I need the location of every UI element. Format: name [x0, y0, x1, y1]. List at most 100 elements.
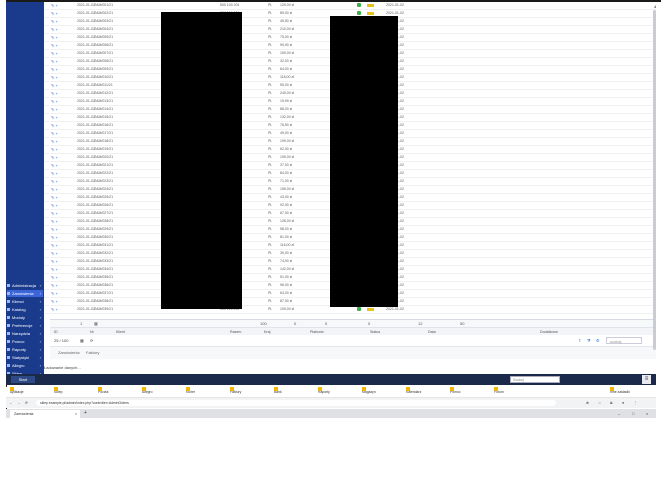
edit-icon[interactable]: ✎ +: [51, 154, 58, 161]
sidebar-item[interactable]: Zamówienia ›: [7, 290, 43, 297]
edit-icon[interactable]: ✎ +: [51, 162, 58, 169]
sidebar-item[interactable]: Pomoc ›: [7, 338, 43, 345]
extensions-icon[interactable]: ⧉: [610, 398, 613, 408]
star-icon[interactable]: ☆: [598, 398, 601, 408]
edit-icon[interactable]: ✎ +: [51, 114, 58, 121]
table-row[interactable]: ✎ +2021-01-02 ZAM/039/21 500 100 239 PL 109,…: [44, 306, 656, 314]
edit-icon[interactable]: ✎ +: [51, 74, 58, 81]
edit-icon[interactable]: ✎ +: [51, 106, 58, 113]
bookmark-item[interactable]: Poczta: [98, 387, 108, 397]
cell-date: 2021-01-02: [77, 267, 95, 271]
status-line: Ładowanie danych...: [44, 365, 81, 370]
sidebar-item[interactable]: Statystyki ›: [7, 354, 43, 361]
refresh-icon[interactable]: ⟳: [90, 337, 93, 344]
reload-icon[interactable]: ⟳: [25, 398, 28, 408]
sidebar-item[interactable]: Klienci ›: [7, 298, 43, 305]
cell-code: ZAM/008/21: [94, 59, 114, 63]
edit-icon[interactable]: ✎ +: [51, 234, 58, 241]
vertical-scrollbar[interactable]: [653, 10, 656, 350]
filter-icon[interactable]: ⧩: [587, 337, 591, 344]
settings-icon[interactable]: ⚙: [596, 337, 600, 344]
edit-icon[interactable]: ✎ +: [51, 290, 58, 297]
edit-icon[interactable]: ✎ +: [51, 58, 58, 65]
edit-icon[interactable]: ✎ +: [51, 98, 58, 105]
grid-view-icon[interactable]: ▦: [80, 337, 84, 344]
edit-icon[interactable]: ✎ +: [51, 210, 58, 217]
taskbar-menu-icon[interactable]: ≡: [642, 375, 651, 384]
new-tab-icon[interactable]: +: [84, 409, 87, 418]
sidebar-item[interactable]: Raporty ›: [7, 346, 43, 353]
bookmark-item[interactable]: Bank: [274, 387, 282, 397]
bookmark-item[interactable]: Raporty: [318, 387, 330, 397]
grid-search-input[interactable]: szukaj: [606, 337, 642, 344]
bookmark-item[interactable]: Forum: [494, 387, 504, 397]
sidebar-item[interactable]: Preferencje ›: [7, 322, 43, 329]
tab-invoices[interactable]: Faktury: [86, 347, 99, 359]
minimize-icon[interactable]: –: [618, 409, 620, 418]
edit-icon[interactable]: ✎ +: [51, 282, 58, 289]
edit-icon[interactable]: ✎ +: [51, 202, 58, 209]
edit-icon[interactable]: ✎ +: [51, 218, 58, 225]
edit-icon[interactable]: ✎ +: [51, 18, 58, 25]
close-tab-icon[interactable]: ×: [75, 410, 77, 418]
maximize-icon[interactable]: □: [632, 409, 634, 418]
cell-country: PL: [268, 107, 273, 111]
edit-icon[interactable]: ✎ +: [51, 178, 58, 185]
edit-icon[interactable]: ✎ +: [51, 138, 58, 145]
browser-menu-icon[interactable]: ⋮: [634, 398, 638, 408]
bookmark-item[interactable]: Allegro: [142, 387, 153, 397]
bookmark-item[interactable]: Faktury: [230, 387, 241, 397]
sidebar-item[interactable]: Narzędzia ›: [7, 330, 43, 337]
edit-icon[interactable]: ✎ +: [51, 306, 58, 313]
edit-icon[interactable]: ✎ +: [51, 250, 58, 257]
profile-icon[interactable]: ●: [622, 398, 624, 408]
sidebar-item[interactable]: Administracja ›: [7, 282, 43, 289]
taskbar-search-input[interactable]: Szukaj: [510, 376, 560, 383]
pager-size[interactable]: 25 / 100: [54, 337, 68, 344]
edit-icon[interactable]: ✎ +: [51, 226, 58, 233]
cell-date: 2021-01-02: [77, 51, 95, 55]
start-button[interactable]: Start: [11, 376, 35, 383]
sidebar-item[interactable]: Allegro ›: [7, 362, 43, 369]
edit-icon[interactable]: ✎ +: [51, 34, 58, 41]
tab-orders[interactable]: Zamówienia: [58, 347, 80, 359]
edit-icon[interactable]: ✎ +: [51, 82, 58, 89]
edit-icon[interactable]: ✎ +: [51, 130, 58, 137]
zoom-icon[interactable]: ⊕: [586, 398, 589, 408]
cell-total: 87,00 zł: [280, 299, 293, 303]
edit-icon[interactable]: ✎ +: [51, 186, 58, 193]
bookmark-item[interactable]: Sklep: [54, 387, 62, 397]
edit-icon[interactable]: ✎ +: [51, 66, 58, 73]
bookmark-item[interactable]: Kalendarz: [406, 387, 421, 397]
edit-icon[interactable]: ✎ +: [51, 90, 58, 97]
edit-icon[interactable]: ✎ +: [51, 122, 58, 129]
sidebar-item[interactable]: Moduły ›: [7, 314, 43, 321]
url-input[interactable]: sklep.example.pl/admin/index.php?control…: [36, 400, 556, 406]
sidebar-item[interactable]: Katalog ›: [7, 306, 43, 313]
edit-icon[interactable]: ✎ +: [51, 26, 58, 33]
bookmark-item[interactable]: Inne zakładki: [610, 387, 630, 397]
bookmark-item[interactable]: Kurier: [186, 387, 195, 397]
edit-icon[interactable]: ✎ +: [51, 274, 58, 281]
edit-icon[interactable]: ✎ +: [51, 10, 58, 17]
close-window-icon[interactable]: ×: [646, 409, 648, 418]
edit-icon[interactable]: ✎ +: [51, 194, 58, 201]
cell-country: PL: [268, 59, 273, 63]
browser-tab[interactable]: Zamówienia ×: [10, 410, 80, 418]
edit-icon[interactable]: ✎ +: [51, 2, 58, 9]
edit-icon[interactable]: ✎ +: [51, 146, 58, 153]
bookmark-item[interactable]: Pomoc: [450, 387, 461, 397]
bookmark-item[interactable]: Aplikacje: [10, 387, 24, 397]
back-icon[interactable]: ←: [9, 398, 13, 408]
edit-icon[interactable]: ✎ +: [51, 170, 58, 177]
edit-icon[interactable]: ✎ +: [51, 50, 58, 57]
edit-icon[interactable]: ✎ +: [51, 266, 58, 273]
edit-icon[interactable]: ✎ +: [51, 42, 58, 49]
edit-icon[interactable]: ✎ +: [51, 258, 58, 265]
bookmark-item[interactable]: Magazyn: [362, 387, 376, 397]
edit-icon[interactable]: ✎ +: [51, 298, 58, 305]
table-row[interactable]: ✎ +2021-01-02 ZAM/001/21 500 100 201 PL 129,…: [44, 2, 656, 10]
export-icon[interactable]: ⇪: [578, 337, 581, 344]
forward-icon[interactable]: →: [17, 398, 21, 408]
edit-icon[interactable]: ✎ +: [51, 242, 58, 249]
